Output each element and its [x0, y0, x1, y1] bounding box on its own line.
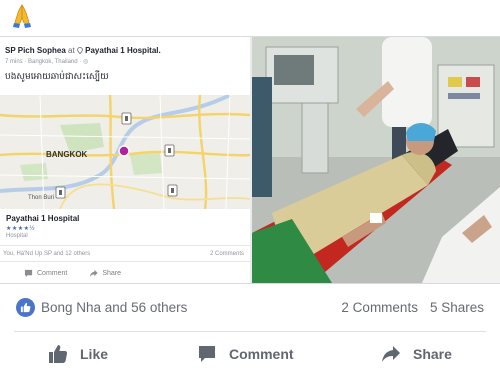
checkin-screenshot[interactable]: SP Pich Sophea at Payathai 1 Hospital. 7… [0, 37, 250, 283]
post-action-bar: Like Comment Share [0, 344, 500, 370]
comment-label: Comment [229, 346, 294, 362]
place-category: Hospital [6, 233, 28, 239]
comment-bubble-icon [24, 269, 33, 278]
reactions-summary[interactable]: Bong Nha and 56 others [16, 298, 187, 317]
like-label: Like [80, 346, 109, 362]
map-view[interactable]: BANGKOK Thon Buri [0, 95, 250, 209]
divider [0, 261, 250, 262]
praying-hands-icon [13, 4, 31, 28]
hospital-map-marker-icon[interactable] [167, 184, 178, 197]
reactions-text: Bong Nha and 56 others [41, 300, 188, 315]
share-label: Share [413, 346, 452, 362]
share-arrow-icon [382, 346, 400, 362]
hospital-photo[interactable] [252, 37, 500, 283]
checkin-comment-button[interactable]: Comment [24, 269, 67, 278]
place-title[interactable]: Payathai 1 Hospital [6, 214, 79, 223]
post-text: បងសូមអោយឆាប់ជាសះស្បើយ [5, 72, 109, 82]
like-thumb-icon [49, 345, 68, 363]
like-button[interactable]: Like [48, 344, 108, 364]
checkin-comments-count[interactable]: 2 Comments [210, 251, 244, 257]
comment-bubble-icon [199, 346, 215, 362]
place-rating: ★★★★½ [6, 226, 36, 232]
share-arrow-icon [90, 269, 98, 278]
hospital-map-marker-icon[interactable] [164, 144, 175, 157]
comment-button[interactable]: Comment [197, 344, 294, 364]
comments-count[interactable]: 2 Comments [341, 300, 418, 315]
checkin-action-bar: Comment Share [24, 269, 121, 278]
share-button[interactable]: Share [381, 344, 452, 364]
selected-place-pin[interactable] [118, 145, 130, 157]
location-pin-icon [77, 47, 83, 55]
map-city-label: BANGKOK [46, 150, 88, 159]
like-reaction-icon [16, 298, 35, 317]
divider [0, 245, 250, 246]
engagement-counts: 2 Comments 5 Shares [341, 300, 484, 315]
shares-count[interactable]: 5 Shares [430, 300, 484, 315]
globe-icon: ◎ [82, 59, 89, 65]
hospital-map-marker-icon[interactable] [121, 112, 132, 125]
at-word: at [68, 46, 75, 55]
checkin-share-button[interactable]: Share [89, 269, 121, 278]
post-meta: 7 mins · Bangkok, Thailand · ◎ [5, 59, 89, 65]
divider [14, 331, 486, 332]
checkin-header: SP Pich Sophea at Payathai 1 Hospital. [5, 46, 161, 55]
map-district-label: Thon Buri [28, 195, 54, 201]
place-name: Payathai 1 Hospital. [85, 46, 161, 55]
author-name: SP Pich Sophea [5, 46, 66, 55]
checkin-likes-summary[interactable]: You, Hà'Nd Up SP and 12 others [3, 251, 90, 257]
hospital-map-marker-icon[interactable] [55, 186, 66, 199]
